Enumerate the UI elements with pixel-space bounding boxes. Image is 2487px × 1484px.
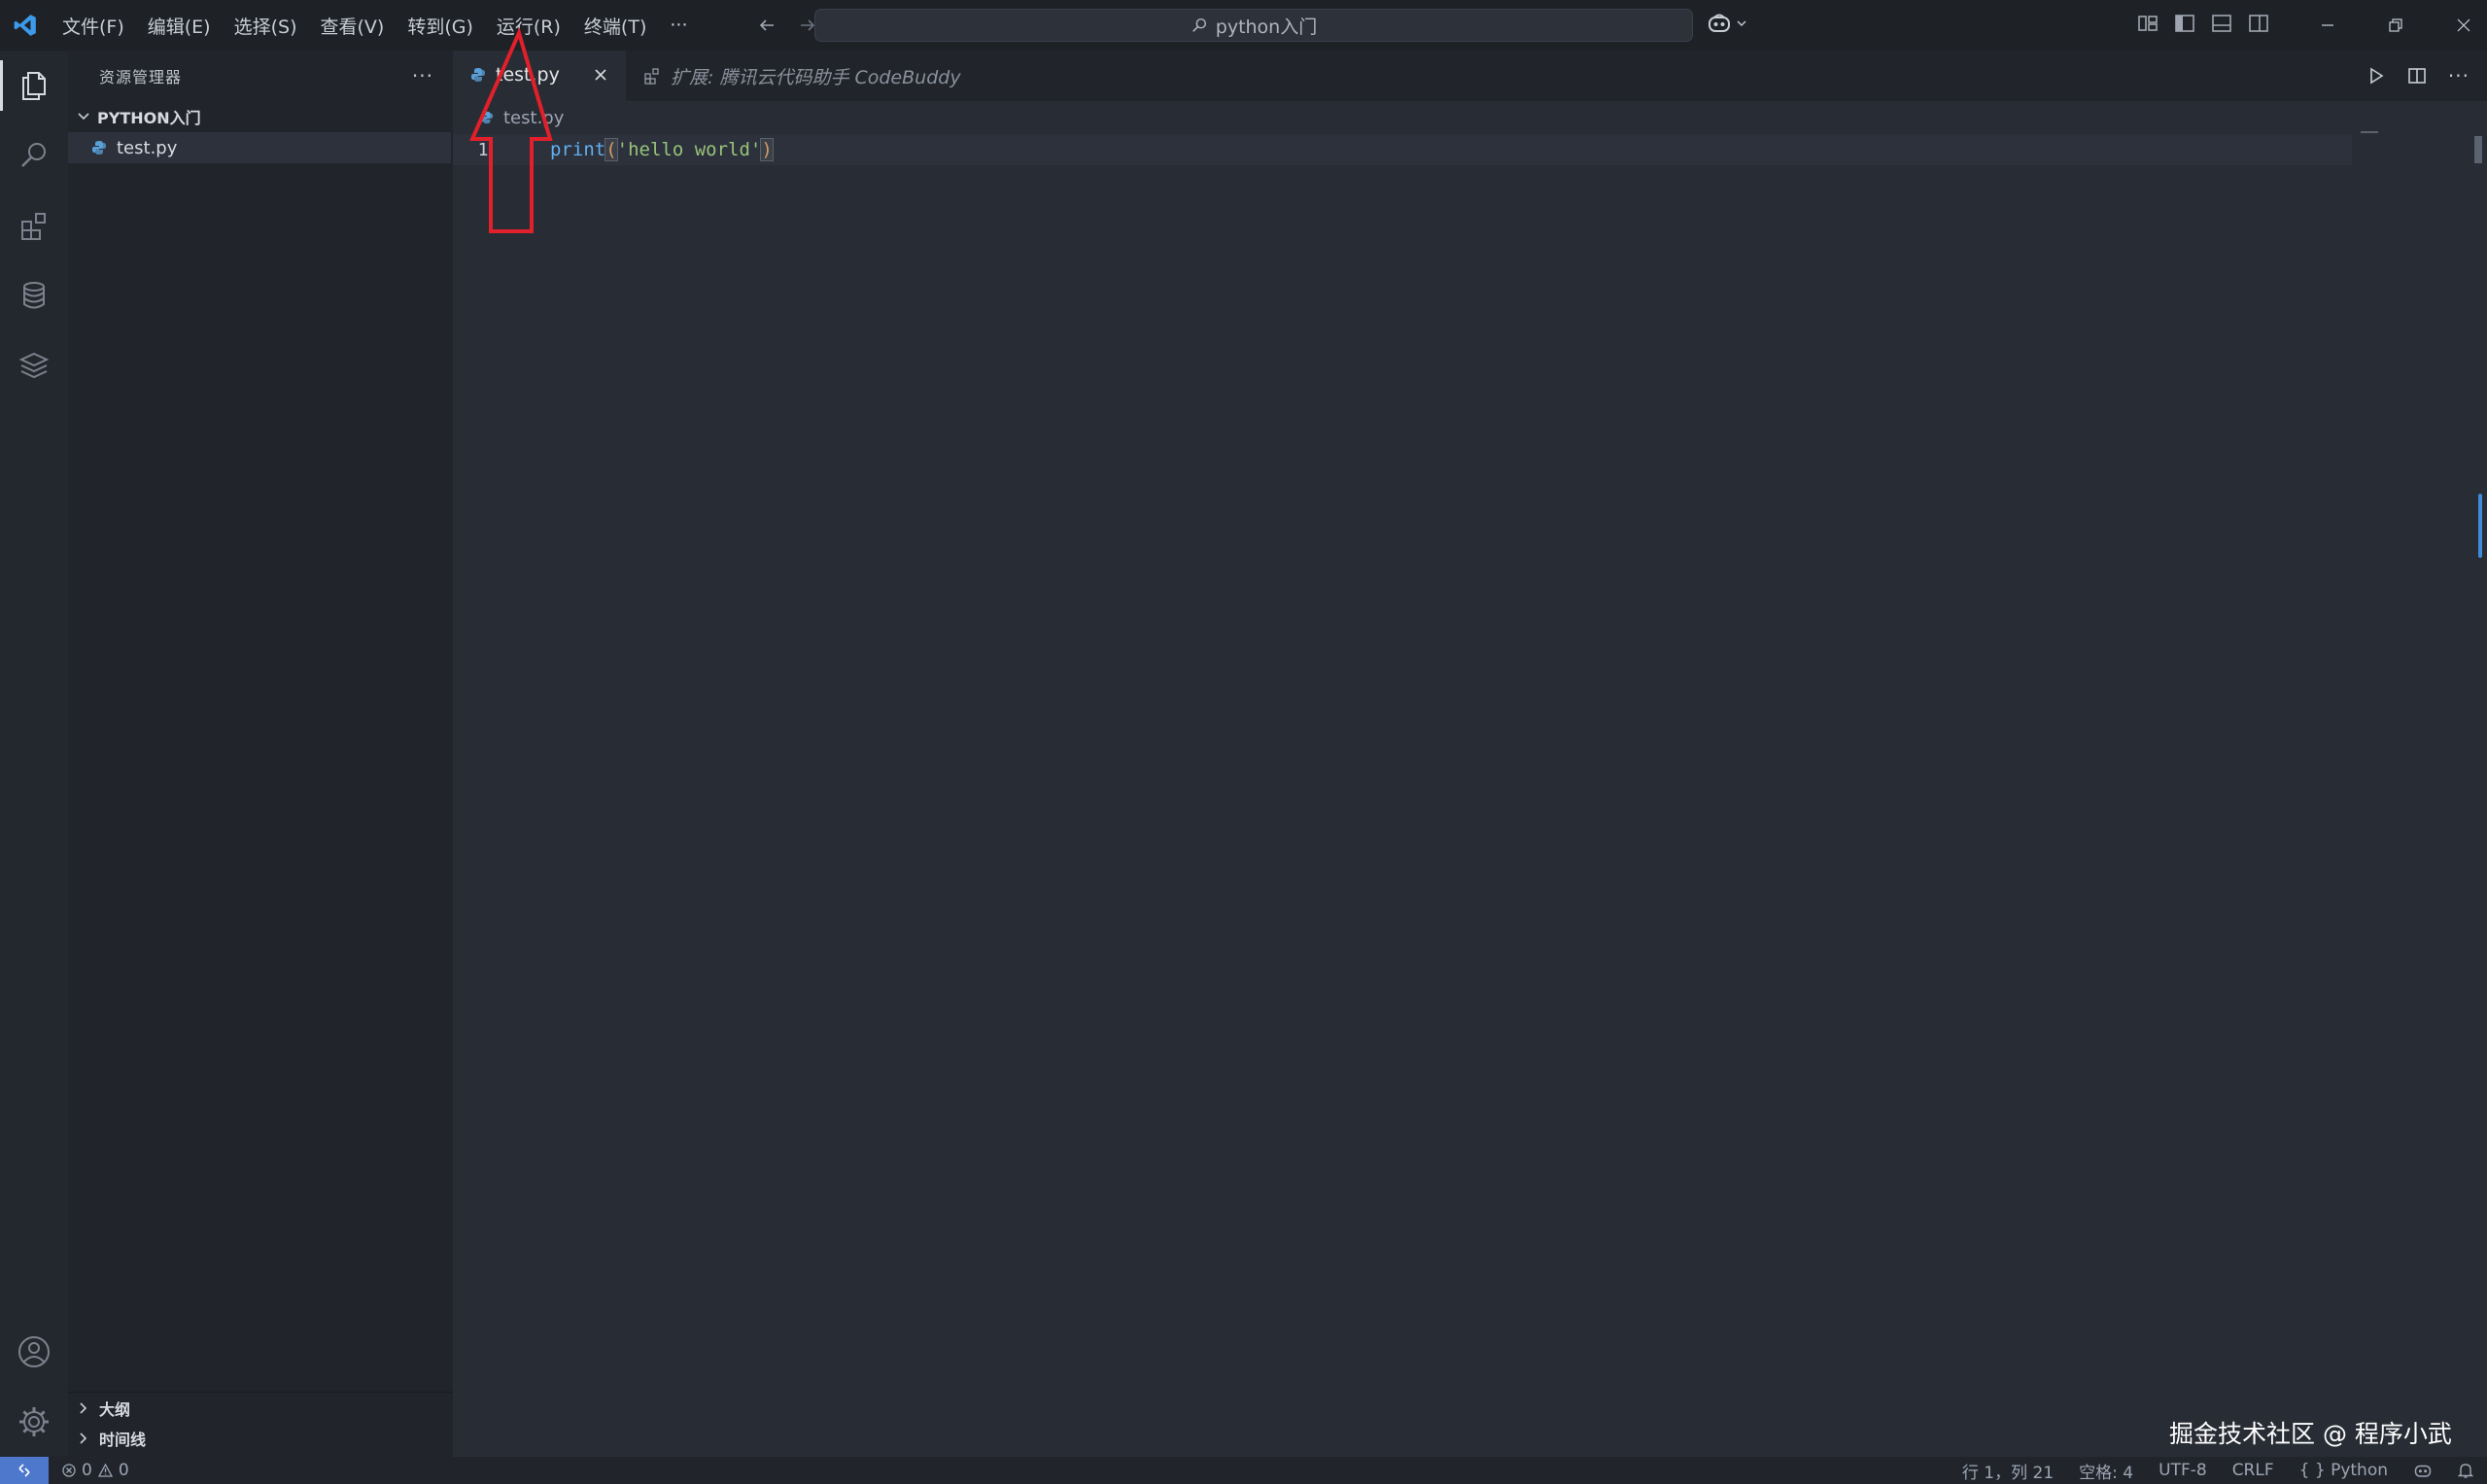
tab-extension-codebuddy[interactable]: 扩展: 腾讯云代码助手 CodeBuddy [626, 51, 979, 101]
end-of-line[interactable]: CRLF [2232, 1461, 2274, 1480]
remote-indicator[interactable] [0, 1457, 49, 1484]
layers-icon [17, 349, 51, 382]
file-item-test-py[interactable]: test.py [68, 132, 451, 163]
toggle-secondary-sidebar-icon[interactable] [2247, 12, 2270, 35]
copilot-icon[interactable] [2413, 1462, 2433, 1479]
encoding[interactable]: UTF-8 [2159, 1461, 2207, 1480]
code-line[interactable]: 1 print('hello world') [453, 134, 2352, 165]
editor-area: test.py 扩展: 腾讯云代码助手 CodeBuddy ··· test.p… [453, 51, 2487, 1457]
explorer-sidebar: 资源管理器 ··· PYTHON入门 test.py 大纲 时间线 [68, 51, 453, 1457]
breadcrumb[interactable]: test.py [453, 101, 2487, 134]
sidebar-header: 资源管理器 ··· [68, 51, 453, 101]
files-icon [17, 69, 51, 102]
folder-name: PYTHON入门 [97, 109, 201, 127]
menu-selection[interactable]: 选择(S) [223, 0, 309, 51]
menu-edit[interactable]: 编辑(E) [136, 0, 223, 51]
error-icon [62, 1464, 76, 1477]
layers-activity[interactable] [0, 330, 68, 400]
explorer-activity[interactable] [0, 51, 68, 121]
tab-label: 扩展: 腾讯云代码助手 CodeBuddy [671, 66, 961, 88]
customize-layout-icon[interactable] [2136, 12, 2159, 35]
settings-gear-icon [17, 1404, 52, 1439]
menu-view[interactable]: 查看(V) [309, 0, 397, 51]
outline-section[interactable]: 大纲 [68, 1392, 453, 1423]
status-bar: 0 0 行 1，列 21 空格: 4 UTF-8 CRLF { } Python [0, 1457, 2487, 1484]
more-actions-button[interactable]: ··· [2448, 64, 2470, 87]
accounts-activity[interactable] [0, 1317, 68, 1387]
cursor-position[interactable]: 行 1，列 21 [1962, 1459, 2054, 1483]
account-icon [17, 1334, 52, 1369]
indentation[interactable]: 空格: 4 [2079, 1459, 2133, 1483]
vscode-logo-icon [0, 0, 51, 51]
code-text[interactable]: print('hello world') [550, 138, 774, 161]
toggle-primary-sidebar-icon[interactable] [2173, 12, 2196, 35]
minimap[interactable] [2361, 131, 2378, 133]
timeline-section[interactable]: 时间线 [68, 1423, 453, 1454]
chevron-down-icon [1736, 17, 1747, 29]
folder-row[interactable]: PYTHON入门 [68, 101, 453, 132]
warning-count: 0 [118, 1461, 129, 1480]
restore-button[interactable] [2362, 0, 2430, 51]
menu-more[interactable]: ··· [658, 0, 699, 51]
extensions-icon [643, 67, 661, 85]
database-activity[interactable] [0, 260, 68, 330]
copilot-button[interactable] [1707, 12, 1747, 35]
chevron-right-icon [76, 1400, 91, 1416]
watermark-text: 掘金技术社区 @ 程序小武 [2169, 1420, 2452, 1448]
annotation-arrow [466, 27, 573, 241]
close-window-button[interactable] [2430, 0, 2487, 51]
code-paren-token: ) [760, 138, 774, 161]
toggle-panel-icon[interactable] [2210, 12, 2233, 35]
tab-bar: test.py 扩展: 腾讯云代码助手 CodeBuddy ··· [453, 51, 2487, 101]
bell-icon[interactable] [2458, 1462, 2473, 1479]
remote-icon [17, 1463, 32, 1478]
chevron-down-icon [76, 109, 91, 124]
back-arrow-icon[interactable] [757, 16, 777, 35]
activity-bar [0, 51, 68, 1457]
menu-terminal[interactable]: 终端(T) [572, 0, 658, 51]
code-string-token: 'hello world' [616, 139, 762, 160]
extensions-activity[interactable] [0, 190, 68, 260]
error-count: 0 [82, 1461, 92, 1480]
python-file-icon [91, 140, 107, 155]
problems-indicator[interactable]: 0 0 [62, 1461, 129, 1480]
close-icon[interactable] [593, 67, 608, 83]
command-center-label: python入门 [1215, 16, 1318, 38]
chevron-right-icon [76, 1431, 91, 1446]
minimize-button[interactable] [2294, 0, 2362, 51]
search-icon [1191, 17, 1208, 34]
warning-icon [97, 1464, 113, 1477]
extensions-icon [17, 209, 51, 242]
scrollbar-thumb[interactable] [2474, 136, 2482, 163]
overview-ruler-marker [2478, 494, 2482, 558]
sidebar-title: 资源管理器 [99, 68, 183, 86]
outline-label: 大纲 [99, 1399, 131, 1419]
timeline-label: 时间线 [99, 1431, 147, 1449]
manage-activity[interactable] [0, 1387, 68, 1457]
title-bar: 文件(F) 编辑(E) 选择(S) 查看(V) 转到(G) 运行(R) 终端(T… [0, 0, 2487, 51]
command-center-search[interactable]: python入门 [814, 9, 1693, 42]
copilot-icon [1707, 12, 1732, 35]
search-icon [17, 139, 51, 172]
database-icon [17, 279, 51, 312]
menu-file[interactable]: 文件(F) [51, 0, 136, 51]
split-editor-icon[interactable] [2407, 66, 2427, 86]
more-actions-button[interactable]: ··· [412, 64, 433, 87]
run-icon[interactable] [2366, 66, 2386, 86]
search-activity[interactable] [0, 121, 68, 190]
code-paren-token: ( [604, 138, 618, 161]
language-mode[interactable]: { } Python [2299, 1461, 2388, 1480]
file-name: test.py [117, 137, 178, 158]
